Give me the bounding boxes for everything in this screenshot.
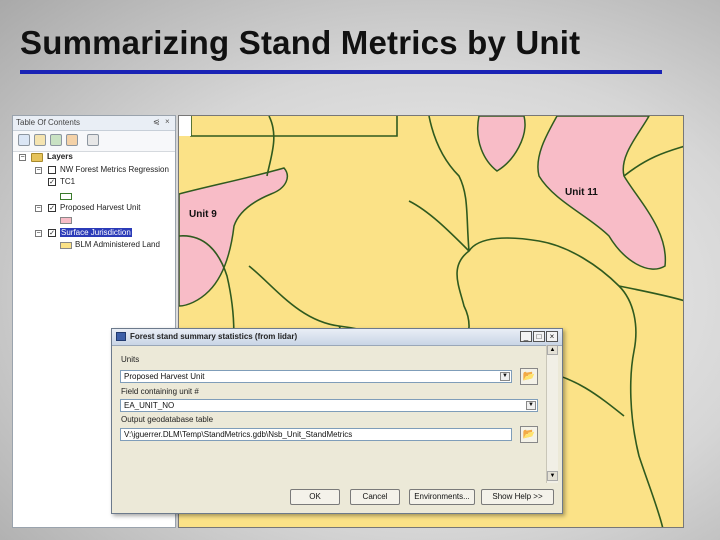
layer-label-selected: Surface Jurisdiction [60,228,132,237]
list-by-selection-icon[interactable] [66,134,78,146]
field-label: Field containing unit # [121,387,199,396]
ok-button[interactable]: OK [290,489,340,505]
environments-button[interactable]: Environments... [409,489,475,505]
minimize-button[interactable]: _ [520,331,532,342]
scroll-up-icon[interactable]: ▲ [547,345,558,355]
output-table-value: V:\jguerrer.DLM\Temp\StandMetrics.gdb\Ns… [124,430,353,439]
tc1-symbol [60,193,72,200]
layer-item[interactable]: − ✓ Proposed Harvest Unit [13,203,173,215]
output-table-input[interactable]: V:\jguerrer.DLM\Temp\StandMetrics.gdb\Ns… [120,428,512,441]
layer-visibility-checkbox[interactable]: ✓ [48,178,56,186]
chevron-down-icon[interactable]: ▼ [500,372,510,381]
layer-visibility-checkbox[interactable]: ✓ [48,204,56,212]
legend-item: BLM Administered Land [13,240,173,252]
collapse-icon[interactable]: − [35,205,42,212]
toc-toolbar [13,131,175,152]
chevron-down-icon[interactable]: ▼ [526,401,536,410]
expand-icon[interactable]: − [35,167,42,174]
units-value: Proposed Harvest Unit [124,372,205,381]
list-by-source-icon[interactable] [34,134,46,146]
close-icon[interactable]: × [165,117,170,126]
tool-icon [116,332,126,341]
close-button[interactable]: × [546,331,558,342]
output-label: Output geodatabase table [121,415,214,424]
layer-item[interactable]: − ✓ Surface Jurisdiction [13,228,173,240]
blm-land-symbol [60,242,72,249]
harvest-unit-symbol [60,217,72,224]
units-dropdown[interactable]: Proposed Harvest Unit ▼ [120,370,512,383]
legend-label: BLM Administered Land [75,240,160,249]
layers-root[interactable]: − Layers [13,152,173,164]
dialog-scrollbar[interactable]: ▲ ▼ [546,345,558,483]
unit-11-label: Unit 11 [565,187,598,198]
toc-title: Table Of Contents [16,118,81,127]
layers-root-label: Layers [47,152,73,161]
layer-label: NW Forest Metrics Regression [60,165,169,174]
dialog-title: Forest stand summary statistics (from li… [130,332,298,341]
layer-visibility-checkbox[interactable] [48,166,56,174]
scroll-down-icon[interactable]: ▼ [547,471,558,481]
unit-field-value: EA_UNIT_NO [124,401,175,410]
maximize-button[interactable]: □ [533,331,545,342]
units-label: Units [121,355,140,364]
pin-icon[interactable]: ⩿ [153,117,160,126]
toc-titlebar: Table Of Contents ⩿ × [13,116,175,131]
list-by-drawing-order-icon[interactable] [18,134,30,146]
output-browse-button[interactable]: 📂 [520,426,538,443]
list-by-visibility-icon[interactable] [50,134,62,146]
layer-visibility-checkbox[interactable]: ✓ [48,229,56,237]
unit-9-label: Unit 9 [189,209,217,220]
dialog-titlebar[interactable]: Forest stand summary statistics (from li… [112,329,562,346]
options-icon[interactable] [87,134,99,146]
cancel-button[interactable]: Cancel [350,489,400,505]
collapse-icon[interactable]: − [35,230,42,237]
units-browse-button[interactable]: 📂 [520,368,538,385]
unit-field-dropdown[interactable]: EA_UNIT_NO ▼ [120,399,538,412]
slide-title: Summarizing Stand Metrics by Unit [20,24,581,61]
layer-label: Proposed Harvest Unit [60,203,141,212]
title-underline [20,70,662,74]
collapse-icon[interactable]: − [19,154,26,161]
show-help-button[interactable]: Show Help >> [481,489,554,505]
layers-folder-icon [31,153,43,162]
layer-item[interactable]: − NW Forest Metrics Regression [13,165,173,177]
forest-stand-summary-dialog: Forest stand summary statistics (from li… [111,328,563,514]
layer-item[interactable]: ✓ TC1 [13,177,173,189]
layer-label: TC1 [60,177,76,186]
